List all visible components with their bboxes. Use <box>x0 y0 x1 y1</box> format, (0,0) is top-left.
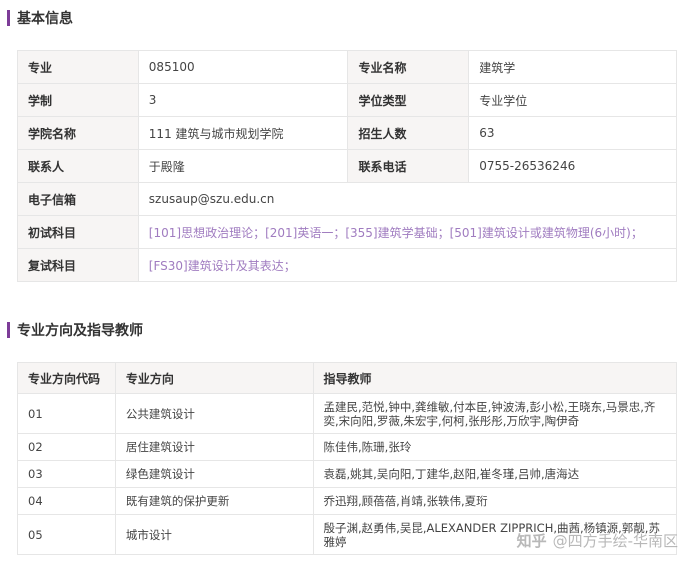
direction-name: 绿色建筑设计 <box>114 460 314 488</box>
info-value: 建筑学 <box>468 50 677 84</box>
basic-info-table: 专业 085100 专业名称 建筑学 学制 3 学位类型 专业学位 学院名称 1… <box>17 50 678 282</box>
info-value: 63 <box>468 116 677 150</box>
retest-subjects-value: [FS30]建筑设计及其表达； <box>137 248 678 282</box>
info-label: 联系电话 <box>347 149 470 183</box>
table-row: 04 既有建筑的保护更新 乔迅翔,顾蓓蓓,肖靖,张轶伟,夏珩 <box>17 487 678 515</box>
direction-code: 05 <box>17 514 116 555</box>
table-row: 01 公共建筑设计 孟建民,范悦,钟中,龚维敏,付本臣,钟波涛,彭小松,王晓东,… <box>17 393 678 434</box>
section-title-directions: 专业方向及指导教师 <box>7 320 143 340</box>
table-header-row: 专业方向代码 专业方向 指导教师 <box>17 362 678 394</box>
info-label: 专业名称 <box>347 50 470 84</box>
watermark-text: @四方手绘-华南区 <box>552 532 678 550</box>
table-row: 电子信箱 szusaup@szu.edu.cn <box>17 182 678 216</box>
direction-code: 02 <box>17 433 116 461</box>
section-title-text: 专业方向及指导教师 <box>17 323 143 339</box>
column-header-code: 专业方向代码 <box>17 362 116 394</box>
table-row: 02 居住建筑设计 陈佳伟,陈珊,张玲 <box>17 433 678 461</box>
direction-name: 公共建筑设计 <box>114 393 314 434</box>
info-value: 111 建筑与城市规划学院 <box>137 116 349 150</box>
section-title-text: 基本信息 <box>17 11 73 27</box>
section-title-basic-info: 基本信息 <box>7 8 73 28</box>
info-label: 初试科目 <box>17 215 139 249</box>
direction-name: 城市设计 <box>114 514 314 555</box>
table-row: 学院名称 111 建筑与城市规划学院 招生人数 63 <box>17 116 677 150</box>
section-accent-bar <box>7 10 10 26</box>
info-label: 电子信箱 <box>17 182 139 216</box>
directions-table: 专业方向代码 专业方向 指导教师 01 公共建筑设计 孟建民,范悦,钟中,龚维敏… <box>17 362 678 555</box>
direction-teachers: 乔迅翔,顾蓓蓓,肖靖,张轶伟,夏珩 <box>312 487 678 515</box>
table-row: 初试科目 [101]思想政治理论；[201]英语一；[355]建筑学基础；[50… <box>17 215 678 249</box>
info-value: 3 <box>137 83 349 117</box>
info-value: 于殿隆 <box>137 149 349 183</box>
direction-code: 01 <box>17 393 116 434</box>
column-header-direction: 专业方向 <box>114 362 314 394</box>
direction-code: 04 <box>17 487 116 515</box>
info-label: 学位类型 <box>347 83 470 117</box>
info-label: 招生人数 <box>347 116 470 150</box>
direction-code: 03 <box>17 460 116 488</box>
table-row: 03 绿色建筑设计 袁磊,姚其,吴向阳,丁建华,赵阳,崔冬瑾,吕帅,唐海达 <box>17 460 678 488</box>
info-label: 学制 <box>17 83 139 117</box>
direction-teachers: 陈佳伟,陈珊,张玲 <box>312 433 678 461</box>
info-value: 专业学位 <box>468 83 677 117</box>
info-value: 0755-26536246 <box>468 149 677 183</box>
info-label: 学院名称 <box>17 116 139 150</box>
zhihu-logo: 知乎 <box>516 532 547 550</box>
direction-teachers: 袁磊,姚其,吴向阳,丁建华,赵阳,崔冬瑾,吕帅,唐海达 <box>312 460 678 488</box>
table-row: 专业 085100 专业名称 建筑学 <box>17 50 677 84</box>
table-row: 复试科目 [FS30]建筑设计及其表达； <box>17 248 678 282</box>
info-value: 085100 <box>137 50 349 84</box>
watermark: 知乎 @四方手绘-华南区 <box>517 530 678 551</box>
section-accent-bar <box>7 322 10 338</box>
exam-subjects-value: [101]思想政治理论；[201]英语一；[355]建筑学基础；[501]建筑设… <box>137 215 678 249</box>
table-row: 学制 3 学位类型 专业学位 <box>17 83 677 117</box>
column-header-teachers: 指导教师 <box>312 362 678 394</box>
direction-name: 既有建筑的保护更新 <box>114 487 314 515</box>
email-value: szusaup@szu.edu.cn <box>137 182 678 216</box>
direction-name: 居住建筑设计 <box>114 433 314 461</box>
table-row: 联系人 于殿隆 联系电话 0755-26536246 <box>17 149 677 183</box>
direction-teachers: 孟建民,范悦,钟中,龚维敏,付本臣,钟波涛,彭小松,王晓东,马景忠,齐奕,宋向阳… <box>312 393 678 434</box>
info-label: 复试科目 <box>17 248 139 282</box>
info-label: 联系人 <box>17 149 139 183</box>
info-label: 专业 <box>17 50 139 84</box>
